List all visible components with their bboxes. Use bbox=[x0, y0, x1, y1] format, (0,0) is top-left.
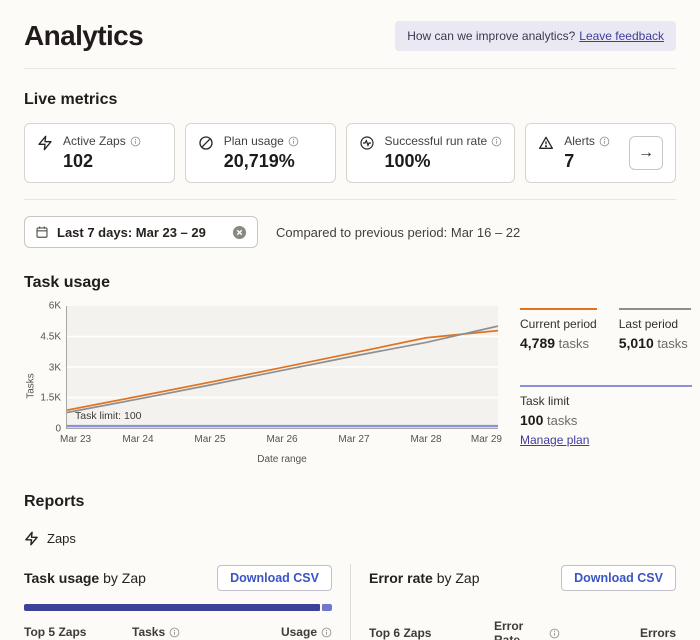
info-icon[interactable] bbox=[491, 136, 502, 147]
leave-feedback-link[interactable]: Leave feedback bbox=[579, 29, 664, 43]
info-icon[interactable] bbox=[321, 627, 332, 638]
metric-card-plan-usage: Plan usage 20,719% bbox=[185, 123, 336, 183]
page-title: Analytics bbox=[24, 20, 143, 52]
table-header-row: Top 6 Zaps Error Rate Errors bbox=[369, 619, 676, 640]
feedback-banner: How can we improve analytics? Leave feed… bbox=[395, 21, 676, 51]
comparison-period-text: Compared to previous period: Mar 16 – 22 bbox=[276, 225, 520, 240]
line-chart: Tasks 01.5K3K4.5K6K Task limit: 100 Mar … bbox=[24, 306, 498, 465]
task-usage-by-zap-panel: Task usage by Zap Download CSV Top 5 Zap… bbox=[24, 564, 350, 640]
feedback-prompt: How can we improve analytics? bbox=[407, 29, 575, 43]
header-divider bbox=[24, 68, 676, 69]
metric-label: Successful run rate bbox=[385, 134, 488, 148]
metric-card-active-zaps: Active Zaps 102 bbox=[24, 123, 175, 183]
analytics-page: Analytics How can we improve analytics? … bbox=[0, 0, 700, 640]
download-csv-button[interactable]: Download CSV bbox=[217, 565, 332, 591]
y-axis-title: Tasks bbox=[24, 306, 38, 465]
usage-bar-segment bbox=[322, 604, 332, 611]
task-usage-table: Top 5 Zaps Tasks Usage Run Python - Rest… bbox=[24, 619, 332, 640]
chart-legend: Current period 4,789 tasks Last period 5… bbox=[520, 306, 692, 465]
metric-cards: Active Zaps 102 Plan usage 20 bbox=[24, 123, 676, 183]
page-header: Analytics How can we improve analytics? … bbox=[24, 0, 676, 52]
plot-area: Task limit: 100 bbox=[66, 306, 498, 429]
calendar-icon bbox=[35, 225, 49, 239]
x-axis-ticks: Mar 23Mar 24Mar 25Mar 26Mar 27Mar 28Mar … bbox=[66, 432, 498, 448]
live-metrics-heading: Live metrics bbox=[24, 91, 676, 109]
column-errors: Errors bbox=[630, 626, 676, 640]
metric-card-run-rate: Successful run rate 100% bbox=[346, 123, 516, 183]
info-icon[interactable] bbox=[599, 136, 610, 147]
manage-plan-link[interactable]: Manage plan bbox=[520, 433, 589, 447]
clear-date-icon[interactable] bbox=[232, 225, 247, 240]
metric-label: Plan usage bbox=[224, 134, 284, 148]
legend-task-limit: Task limit 100 tasks Manage plan bbox=[520, 385, 692, 449]
info-icon[interactable] bbox=[549, 628, 560, 639]
task-usage-chart-area: Tasks 01.5K3K4.5K6K Task limit: 100 Mar … bbox=[24, 306, 676, 465]
zap-icon bbox=[37, 135, 53, 151]
metric-value: 20,719% bbox=[224, 151, 323, 172]
task-usage-heading: Task usage bbox=[24, 274, 676, 292]
x-axis-title: Date range bbox=[66, 454, 498, 465]
legend-current-period: Current period 4,789 tasks bbox=[520, 308, 597, 351]
zap-icon bbox=[24, 531, 39, 546]
column-top-zaps: Top 6 Zaps bbox=[369, 626, 494, 640]
alerts-detail-button[interactable]: → bbox=[629, 136, 663, 170]
download-csv-button[interactable]: Download CSV bbox=[561, 565, 676, 591]
error-rate-by-zap-panel: Error rate by Zap Download CSV Top 6 Zap… bbox=[350, 564, 676, 640]
date-range-label: Last 7 days: Mar 23 – 29 bbox=[57, 225, 224, 240]
usage-distribution-bar bbox=[24, 604, 332, 611]
column-top-zaps: Top 5 Zaps bbox=[24, 625, 132, 639]
pulse-circle-icon bbox=[359, 135, 375, 151]
metric-value: 7 bbox=[564, 151, 619, 172]
tab-zaps[interactable]: Zaps bbox=[24, 531, 76, 546]
date-filter-row: Last 7 days: Mar 23 – 29 Compared to pre… bbox=[24, 216, 676, 248]
task-limit-annotation: Task limit: 100 bbox=[75, 410, 142, 422]
alert-triangle-icon bbox=[538, 135, 554, 151]
info-icon[interactable] bbox=[169, 627, 180, 638]
y-axis-ticks: 01.5K3K4.5K6K bbox=[38, 306, 66, 429]
tab-zaps-label: Zaps bbox=[47, 531, 76, 546]
arrow-right-icon: → bbox=[638, 144, 654, 162]
usage-bar-segment bbox=[24, 604, 320, 611]
panel-title: Task usage by Zap bbox=[24, 570, 146, 586]
reports-heading: Reports bbox=[24, 493, 676, 511]
reports-grid: Task usage by Zap Download CSV Top 5 Zap… bbox=[24, 564, 676, 640]
column-error-rate: Error Rate bbox=[494, 619, 560, 640]
column-tasks: Tasks bbox=[132, 625, 186, 639]
metric-value: 100% bbox=[385, 151, 503, 172]
column-usage: Usage bbox=[270, 625, 332, 639]
metric-card-alerts: Alerts 7 → bbox=[525, 123, 676, 183]
legend-last-period: Last period 5,010 tasks bbox=[619, 308, 691, 351]
metric-label: Active Zaps bbox=[63, 134, 126, 148]
metric-label: Alerts bbox=[564, 134, 595, 148]
metric-value: 102 bbox=[63, 151, 162, 172]
panel-title: Error rate by Zap bbox=[369, 570, 480, 586]
metrics-divider bbox=[24, 199, 676, 200]
date-range-picker[interactable]: Last 7 days: Mar 23 – 29 bbox=[24, 216, 258, 248]
error-rate-table: Top 6 Zaps Error Rate Errors Lead intake… bbox=[369, 619, 676, 640]
slash-circle-icon bbox=[198, 135, 214, 151]
info-icon[interactable] bbox=[288, 136, 299, 147]
info-icon[interactable] bbox=[130, 136, 141, 147]
table-header-row: Top 5 Zaps Tasks Usage bbox=[24, 619, 332, 640]
